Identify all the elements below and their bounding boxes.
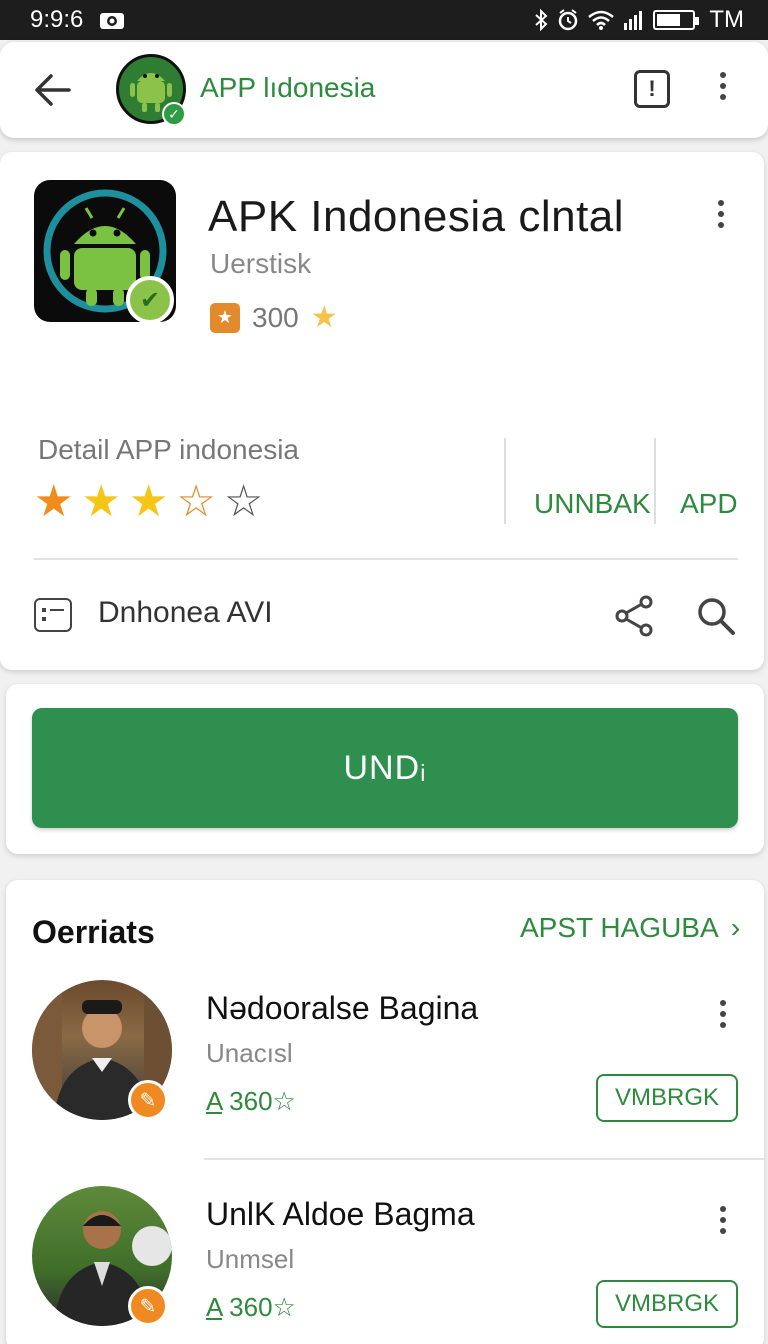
report-button[interactable]: ! [634,70,670,108]
share-icon[interactable] [612,594,656,643]
rating-count: 300 [252,301,299,333]
verified-badge-icon: ✓ [162,102,186,126]
follow-button[interactable]: VMBRGK [596,1074,738,1122]
star-filled-icon[interactable]: ★ [129,480,168,524]
detail-label: Detail APP indonesia [38,434,299,465]
follow-button[interactable]: VMBRGK [596,1280,738,1328]
star-outline-icon[interactable]: ☆ [176,480,215,524]
alarm-icon [557,8,579,32]
app-rating-row: ★ 300 ★ [210,300,338,335]
score-value: 360 [229,1086,273,1116]
divider [204,1158,764,1160]
person-more-options-icon[interactable] [720,1206,726,1234]
star-outline-icon: ☆ [272,1292,296,1322]
edit-badge-icon: ✎ [128,1080,168,1120]
info-card-icon [34,598,72,632]
back-button[interactable] [30,68,74,112]
see-all-link[interactable]: APST HAGUBA › [520,912,740,944]
chevron-right-icon: › [730,912,741,943]
person-subtitle: Unmsel [206,1244,295,1274]
more-options-icon[interactable] [720,72,726,100]
app-developer[interactable]: Uerstisk [210,248,311,280]
battery-icon [653,10,700,30]
star-outline-icon[interactable]: ☆ [224,480,263,524]
screenshot-icon [99,10,125,30]
section-title: Oerriats [32,914,155,950]
status-time: 9:9:6 [30,6,84,33]
edit-badge-icon: ✎ [128,1286,168,1326]
person-subtitle: Unacısl [206,1038,293,1068]
person-name[interactable]: Nədooralse Bagina [206,990,478,1027]
app-info-card: ✔ APK Indonesia clntal Uerstisk ★ 300 ★ … [0,152,764,670]
install-label: UNDᵢ [343,748,427,787]
font-icon: A [206,1086,222,1116]
app-more-options-icon[interactable] [718,200,724,228]
install-card: UNDᵢ [6,684,764,854]
status-bar: 9:9:6 TM [0,0,768,40]
divider [34,558,738,560]
star-outline-icon: ☆ [272,1086,296,1116]
score-value: 360 [229,1292,273,1322]
divider [504,438,506,524]
top-app-bar: ✓ APP lıdonesia ! [0,42,768,138]
wifi-icon [587,9,615,31]
star-filled-icon[interactable]: ★ [34,480,73,524]
info-row-text[interactable]: Dnhonea AVI [98,596,273,630]
header-title: APP lıdonesia [200,72,376,103]
see-all-label: APST HAGUBA [520,912,718,943]
font-icon: A [206,1292,222,1322]
star-rating[interactable]: ★ ★ ★ ☆ ☆ [34,480,263,524]
verified-check-icon: ✔ [126,276,174,322]
star-filled-icon[interactable]: ★ [81,480,120,524]
people-list-card: Oerriats APST HAGUBA › ✎ Nədooralse Bagi… [6,880,764,1344]
app-name: APK Indonesia clntal [208,192,625,241]
bluetooth-icon [533,8,549,32]
action-link-1[interactable]: UNNBAK [534,488,651,520]
exclamation-icon: ! [648,76,656,101]
carrier-label: TM [709,6,744,33]
action-link-2[interactable]: APD [680,488,738,520]
signal-icon [623,9,645,31]
search-icon[interactable] [694,594,738,643]
star-icon: ★ [310,301,338,334]
content-rating-icon: ★ [210,302,240,333]
install-button[interactable]: UNDᵢ [32,708,738,828]
person-score: A 360☆ [206,1086,296,1117]
person-more-options-icon[interactable] [720,1000,726,1028]
person-score: A 360☆ [206,1292,296,1323]
divider [654,438,656,524]
app-icon: ✔ [34,180,176,322]
person-name[interactable]: UnlK Aldoe Bagma [206,1196,475,1233]
arrow-left-icon [35,74,71,106]
